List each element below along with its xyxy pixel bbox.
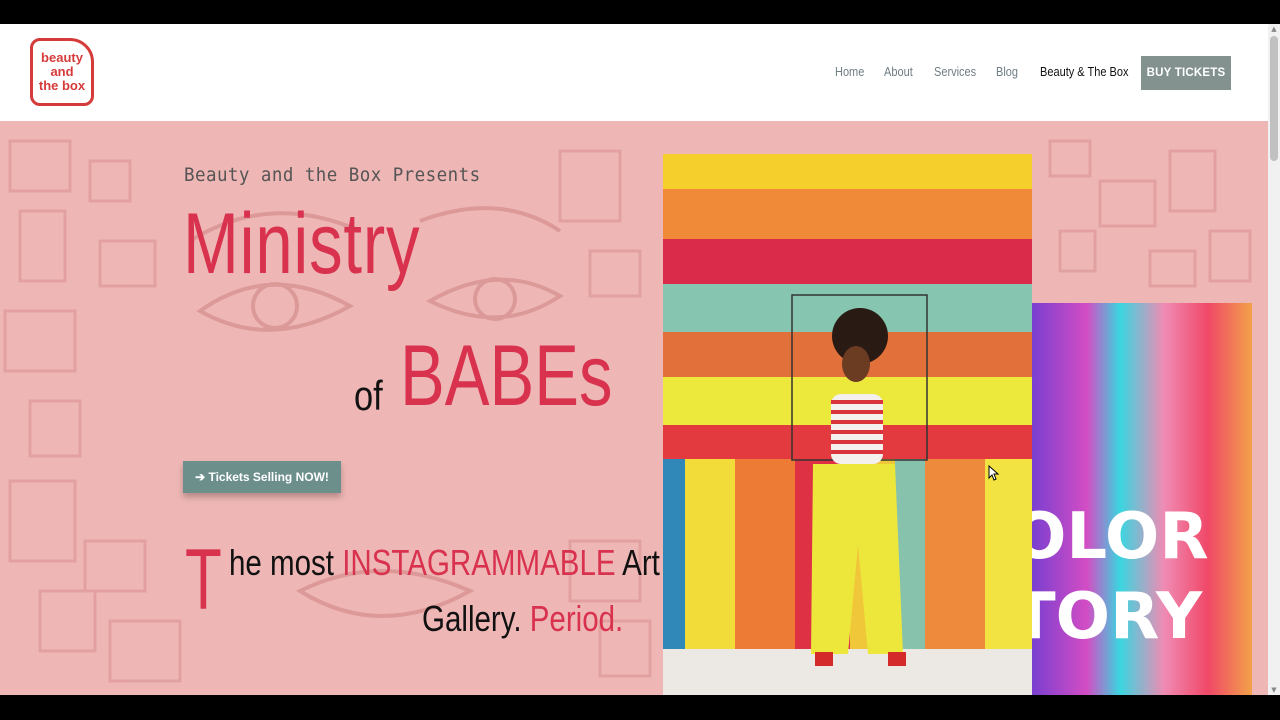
mouse-cursor-icon: [988, 465, 1000, 481]
hero-section: Beauty and the Box Presents Ministry of …: [0, 121, 1268, 695]
nav-beauty-and-the-box[interactable]: Beauty & The Box: [1040, 65, 1128, 79]
scroll-up-arrow-icon[interactable]: ▲: [1268, 24, 1280, 34]
tagline-text: Gallery.: [422, 598, 530, 639]
buy-tickets-button[interactable]: BUY TICKETS: [1141, 56, 1231, 90]
tagline-highlight-instagrammable: INSTAGRAMMABLE: [342, 542, 616, 583]
browser-top-bar: [0, 0, 1280, 24]
hero-title-babes: BABEs: [400, 328, 613, 424]
tagline-line-1: he most INSTAGRAMMABLE Art: [229, 545, 660, 581]
tagline-text: he most: [229, 542, 343, 583]
site-header: beauty and the box Home About Services B…: [0, 24, 1268, 121]
hero-title-of: of: [354, 372, 383, 419]
hero-title-ministry: Ministry: [183, 196, 421, 292]
nav-blog[interactable]: Blog: [996, 65, 1018, 79]
tagline-line-2: Gallery. Period.: [422, 601, 623, 637]
hero-photo-striped-wall: [663, 154, 1032, 695]
hero-presents-text: Beauty and the Box Presents: [184, 164, 481, 186]
browser-bottom-bar: [0, 695, 1280, 720]
page-scrollbar[interactable]: ▲ ▼: [1268, 24, 1280, 695]
tickets-selling-now-button[interactable]: ➔ Tickets Selling NOW!: [183, 461, 341, 493]
hero-photo-color-story: OLOR TORY: [1032, 303, 1252, 695]
color-story-line-2: TORY: [1032, 580, 1203, 654]
nav-about[interactable]: About: [884, 65, 913, 79]
tagline-text: Art: [615, 542, 660, 583]
web-page: beauty and the box Home About Services B…: [0, 24, 1268, 695]
nav-home[interactable]: Home: [835, 65, 864, 79]
scrollbar-thumb[interactable]: [1270, 36, 1278, 161]
color-story-line-1: OLOR: [1032, 500, 1209, 574]
logo-line-1: beauty: [41, 50, 83, 65]
brand-logo[interactable]: beauty and the box: [30, 38, 94, 106]
scroll-down-arrow-icon[interactable]: ▼: [1268, 685, 1280, 695]
logo-line-2: and: [50, 64, 74, 79]
tagline-highlight-period: Period.: [529, 598, 624, 639]
logo-line-3: the box: [38, 78, 86, 93]
tagline-dropcap: T: [185, 532, 222, 628]
nav-services[interactable]: Services: [934, 65, 976, 79]
